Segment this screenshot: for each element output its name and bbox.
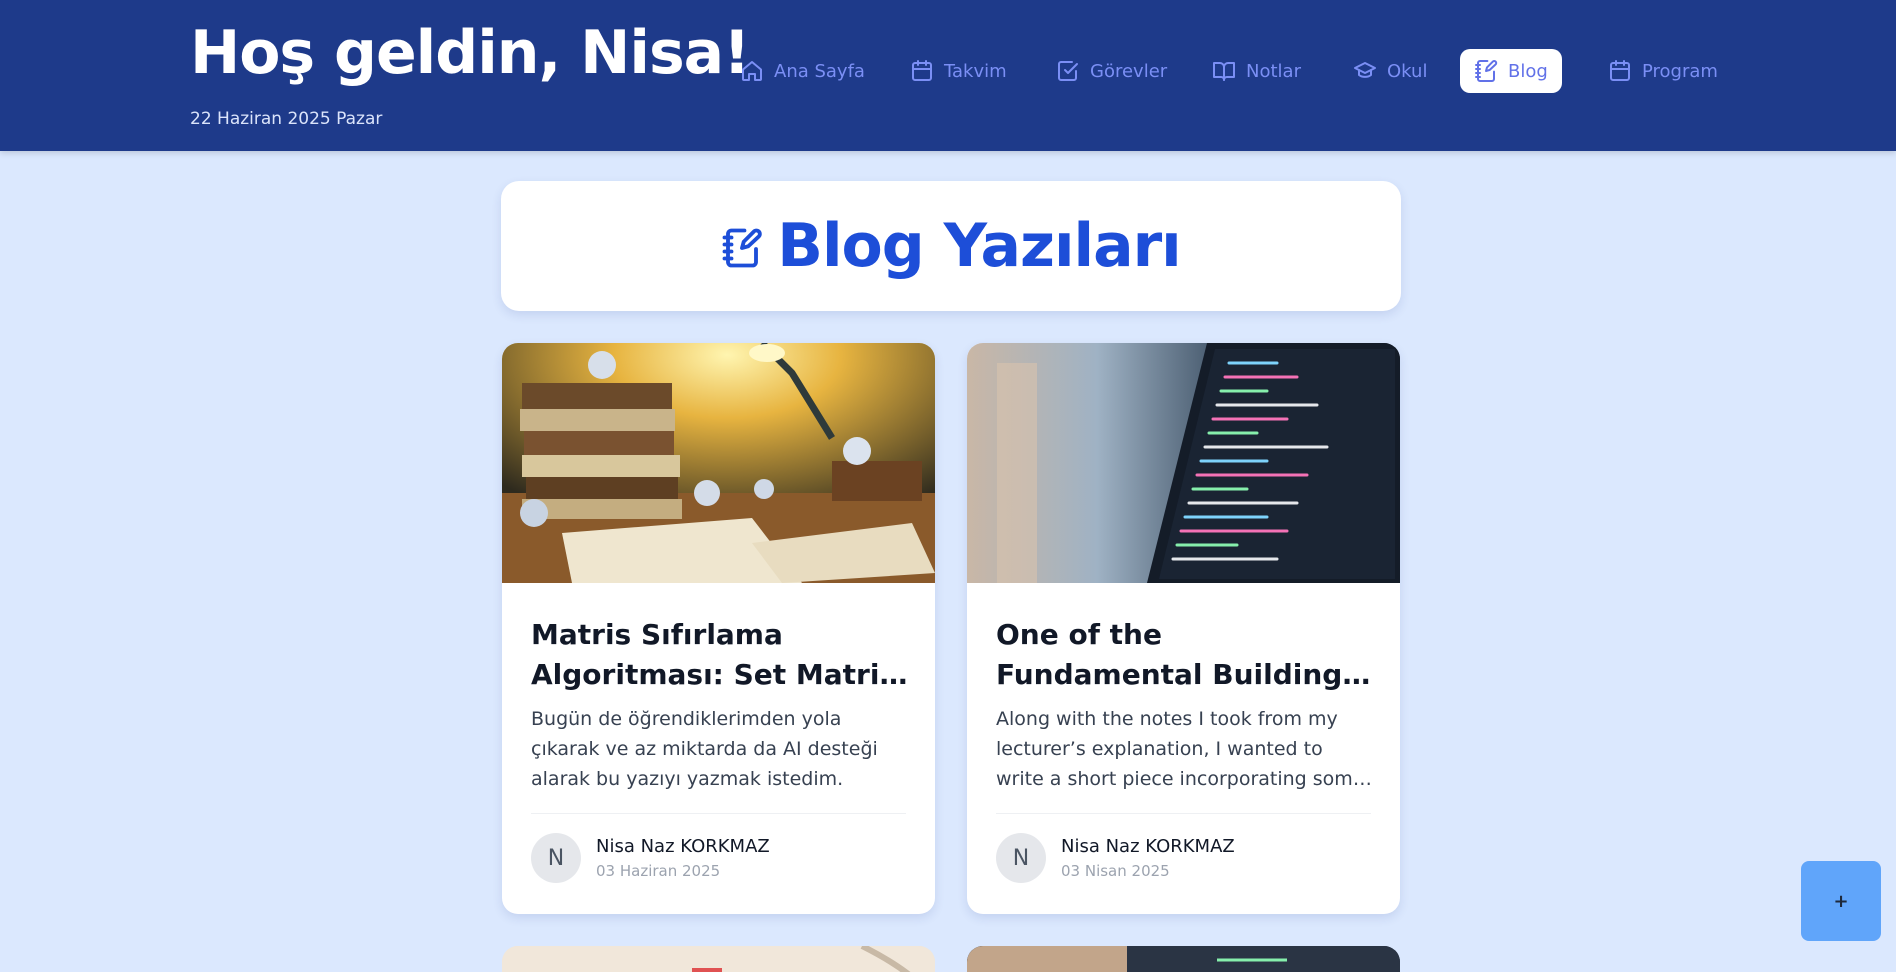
post-cover-image bbox=[502, 946, 935, 972]
check-square-icon bbox=[1058, 61, 1078, 81]
nav-label: Blog bbox=[1508, 60, 1548, 82]
post-excerpt: Bugün de öğrendiklerimden yola çıkarak v… bbox=[531, 708, 878, 790]
nav-label: Ana Sayfa bbox=[774, 60, 865, 82]
nav-item-gorevler[interactable]: Görevler bbox=[1042, 49, 1181, 93]
nav-label: Program bbox=[1642, 60, 1718, 82]
nav-item-okul[interactable]: Okul bbox=[1339, 49, 1441, 93]
divider bbox=[996, 813, 1371, 814]
blog-post-card-partial[interactable] bbox=[502, 946, 935, 972]
nav-label: Takvim bbox=[944, 60, 1007, 82]
nav-item-notlar[interactable]: Notlar bbox=[1198, 49, 1315, 93]
post-title[interactable]: One of the Fundamental Building Blocks o… bbox=[996, 615, 1376, 695]
nav-item-takvim[interactable]: Takvim bbox=[896, 49, 1021, 93]
blog-post-card[interactable]: Matris Sıfırlama Algoritması: Set Matrix… bbox=[502, 343, 935, 914]
home-icon bbox=[742, 61, 762, 81]
current-date: 22 Haziran 2025 Pazar bbox=[190, 109, 383, 129]
notebook-pen-icon bbox=[722, 228, 762, 268]
graduation-cap-icon bbox=[1354, 62, 1376, 78]
post-date: 03 Nisan 2025 bbox=[1061, 862, 1170, 880]
nav-label: Notlar bbox=[1246, 60, 1301, 82]
calendar-icon bbox=[1610, 60, 1630, 81]
top-header: Hoş geldin, Nisa! 22 Haziran 2025 Pazar … bbox=[0, 0, 1896, 151]
post-cover-image bbox=[967, 343, 1400, 583]
nav-item-blog[interactable]: Blog bbox=[1460, 49, 1562, 93]
blog-post-card-partial[interactable] bbox=[967, 946, 1400, 972]
blog-post-card[interactable]: One of the Fundamental Building Blocks o… bbox=[967, 343, 1400, 914]
divider bbox=[531, 813, 906, 814]
post-date: 03 Haziran 2025 bbox=[596, 862, 721, 880]
avatar: N bbox=[996, 833, 1046, 883]
avatar: N bbox=[531, 833, 581, 883]
nav-item-program[interactable]: Program bbox=[1594, 49, 1732, 93]
calendar-icon bbox=[912, 60, 932, 81]
author-name: Nisa Naz KORKMAZ bbox=[596, 836, 770, 857]
post-cover-image bbox=[967, 946, 1400, 972]
nav-label: Okul bbox=[1387, 60, 1428, 82]
notebook-pen-icon bbox=[1475, 60, 1498, 82]
post-cover-image bbox=[502, 343, 935, 583]
nav-label: Görevler bbox=[1090, 60, 1168, 82]
add-post-button[interactable]: + bbox=[1801, 861, 1881, 941]
post-title[interactable]: Matris Sıfırlama Algoritması: Set Matrix… bbox=[531, 615, 911, 695]
book-open-icon bbox=[1213, 62, 1235, 81]
page-title: Blog Yazıları bbox=[777, 211, 1181, 281]
author-name: Nisa Naz KORKMAZ bbox=[1061, 836, 1235, 857]
post-excerpt: Along with the notes I took from my lect… bbox=[996, 708, 1365, 790]
welcome-greeting: Hoş geldin, Nisa! bbox=[190, 18, 751, 88]
nav-item-ana-sayfa[interactable]: Ana Sayfa bbox=[726, 49, 879, 93]
page-title-card: Blog Yazıları bbox=[501, 181, 1401, 311]
